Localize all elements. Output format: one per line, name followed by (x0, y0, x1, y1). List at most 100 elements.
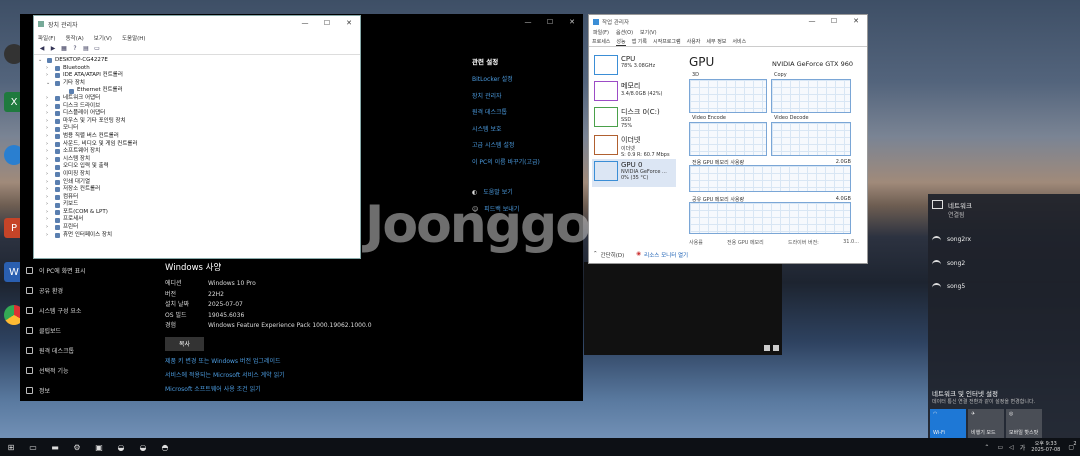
resource-memory[interactable]: 메모리 3.4/8.0GB (42%) (592, 79, 676, 105)
device-category[interactable]: › 컴퓨터 (38, 194, 356, 202)
network-tray-icon[interactable]: ▭ (997, 444, 1003, 451)
clock[interactable]: 오후 9:33 2025-07-08 (1031, 441, 1060, 453)
chevron-icon[interactable]: › (46, 163, 52, 171)
sidebar-item-clipboard[interactable]: 클립보드 (20, 320, 155, 340)
chevron-icon[interactable]: › (46, 103, 52, 111)
menu-view[interactable]: 보기(V) (640, 29, 657, 36)
chevron-icon[interactable]: › (46, 133, 52, 141)
device-category[interactable]: › IDE ATA/ATAPI 컨트롤러 (38, 72, 356, 80)
maximize-icon[interactable]: ☐ (539, 16, 561, 28)
notification-icon[interactable]: ▢ 2 (1068, 441, 1076, 451)
wifi-toggle[interactable]: ◠ Wi-Fi (930, 409, 966, 438)
chevron-icon[interactable]: › (46, 141, 52, 149)
help-icon[interactable]: ? (71, 45, 79, 53)
fewer-details-button[interactable]: ⌃ 간단히(D) (593, 251, 624, 259)
mobile-hotspot-toggle[interactable]: ◎ 모바일 핫스팟 (1006, 409, 1042, 438)
device-manager-taskbar-icon[interactable]: ▣ (92, 441, 106, 453)
copy-button[interactable]: 복사 (165, 336, 204, 351)
chevron-icon[interactable]: › (46, 179, 52, 187)
service-agreement-link[interactable]: 서비스에 적용되는 Microsoft 서비스 계약 읽기 (165, 369, 465, 383)
menu-options[interactable]: 옵션(O) (616, 29, 633, 36)
tab-users[interactable]: 사용자 (687, 38, 701, 45)
device-category[interactable]: › 범용 직렬 버스 컨트롤러 (38, 133, 356, 141)
wifi-network-item[interactable]: song5 (932, 283, 965, 290)
airplane-mode-toggle[interactable]: ✈ 비행기 모드 (968, 409, 1004, 438)
chevron-icon[interactable]: › (46, 224, 52, 232)
properties-icon[interactable]: ▦ (60, 45, 68, 53)
close-icon[interactable]: ✕ (338, 17, 360, 29)
bitlocker-link[interactable]: BitLocker 설정 (472, 72, 540, 89)
sidebar-item-project[interactable]: 이 PC에 화면 표시 (20, 260, 155, 280)
system-protection-link[interactable]: 시스템 보호 (472, 122, 540, 139)
wifi-network-item[interactable]: song2rx (932, 236, 971, 243)
sidebar-item-remote[interactable]: 원격 데스크톱 (20, 340, 155, 360)
sidebar-item-optional[interactable]: 선택적 기능 (20, 360, 155, 380)
resource-gpu[interactable]: GPU 0 NVIDIA GeForce ... 0% (35 °C) (592, 159, 676, 187)
device-category[interactable]: › 모니터 (38, 125, 356, 133)
view-icon[interactable]: ▤ (82, 45, 90, 53)
wifi-network-item[interactable]: song2 (932, 260, 965, 267)
tab-details[interactable]: 세부 정보 (706, 38, 726, 45)
device-category[interactable]: › 오디오 입력 및 출력 (38, 163, 356, 171)
tab-startup[interactable]: 시작프로그램 (653, 38, 681, 45)
device-category[interactable]: › 이미징 장치 (38, 171, 356, 179)
app-icon[interactable]: ◒ (136, 441, 150, 453)
chevron-icon[interactable]: › (46, 156, 52, 164)
resource-cpu[interactable]: CPU 78% 3.08GHz (592, 53, 676, 79)
menu-file[interactable]: 파일(F) (38, 34, 56, 42)
tab-app-history[interactable]: 앱 기록 (632, 38, 647, 45)
chevron-icon[interactable]: › (46, 118, 52, 126)
sidebar-item-shared[interactable]: 공유 환경 (20, 280, 155, 300)
menu-view[interactable]: 보기(V) (94, 34, 112, 42)
chevron-icon[interactable]: › (46, 171, 52, 179)
chevron-icon[interactable]: › (46, 216, 52, 224)
chevron-icon[interactable]: › (46, 148, 52, 156)
device-category[interactable]: › 포트(COM & LPT) (38, 209, 356, 217)
device-category[interactable]: › 마우스 및 기타 포인팅 장치 (38, 118, 356, 126)
device-category[interactable]: › 프린터 (38, 224, 356, 232)
license-terms-link[interactable]: Microsoft 소프트웨어 사용 조건 읽기 (165, 383, 465, 397)
network-settings-link[interactable]: 네트워크 및 인터넷 설정 데이터 통신 연결 전환과 같이 설정을 변경합니다… (932, 388, 1035, 405)
forward-icon[interactable]: ▶ (49, 45, 57, 53)
device-category[interactable]: › 네트워크 어댑터 (38, 95, 356, 103)
chevron-icon[interactable]: › (46, 201, 52, 209)
chevron-icon[interactable]: › (46, 209, 52, 217)
maximize-icon[interactable]: ☐ (823, 15, 845, 27)
menu-file[interactable]: 파일(F) (593, 29, 609, 36)
app-icon[interactable]: ◒ (114, 441, 128, 453)
device-category[interactable]: › 디스플레이 어댑터 (38, 110, 356, 118)
chevron-icon[interactable]: › (46, 186, 52, 194)
remote-desktop-link[interactable]: 원격 데스크톱 (472, 105, 540, 122)
view-icon[interactable] (773, 345, 779, 351)
chevron-icon[interactable]: › (46, 65, 52, 73)
device-category[interactable]: Ethernet 컨트롤러 (38, 87, 356, 95)
device-category[interactable]: › 키보드 (38, 201, 356, 209)
chevron-icon[interactable]: › (46, 95, 52, 103)
chevron-icon[interactable]: › (46, 110, 52, 118)
chevron-icon[interactable]: › (46, 125, 52, 133)
tab-services[interactable]: 서비스 (732, 38, 746, 45)
app-icon[interactable]: ◓ (158, 441, 172, 453)
ime-icon[interactable]: 가 (1020, 443, 1026, 452)
back-icon[interactable]: ◀ (38, 45, 46, 53)
menu-help[interactable]: 도움말(H) (122, 34, 146, 42)
resource-monitor-link[interactable]: ◉ 리소스 모니터 열기 (636, 251, 688, 259)
minimize-icon[interactable]: — (517, 16, 539, 28)
task-view-icon[interactable]: ▭ (26, 441, 40, 453)
monitor-icon[interactable]: ▭ (93, 45, 101, 53)
minimize-icon[interactable]: — (294, 17, 316, 29)
volume-icon[interactable]: ◁ (1009, 444, 1014, 451)
device-category[interactable]: › 소프트웨어 장치 (38, 148, 356, 156)
device-category[interactable]: › 사운드, 비디오 및 게임 컨트롤러 (38, 141, 356, 149)
tab-processes[interactable]: 프로세스 (592, 38, 610, 45)
rename-pc-link[interactable]: 이 PC의 이름 바꾸기(고급) (472, 155, 540, 172)
close-icon[interactable]: ✕ (561, 16, 583, 28)
chevron-icon[interactable]: ⌄ (46, 80, 52, 88)
device-category[interactable]: › 저장소 컨트롤러 (38, 186, 356, 194)
sidebar-item-components[interactable]: 시스템 구성 요소 (20, 300, 155, 320)
sidebar-item-about[interactable]: 정보 (20, 380, 155, 400)
view-icon[interactable] (764, 345, 770, 351)
network-connected-item[interactable]: 네트워크 연결됨 (932, 200, 972, 219)
start-icon[interactable]: ⊞ (4, 441, 18, 453)
device-category[interactable]: › 인쇄 대기열 (38, 179, 356, 187)
